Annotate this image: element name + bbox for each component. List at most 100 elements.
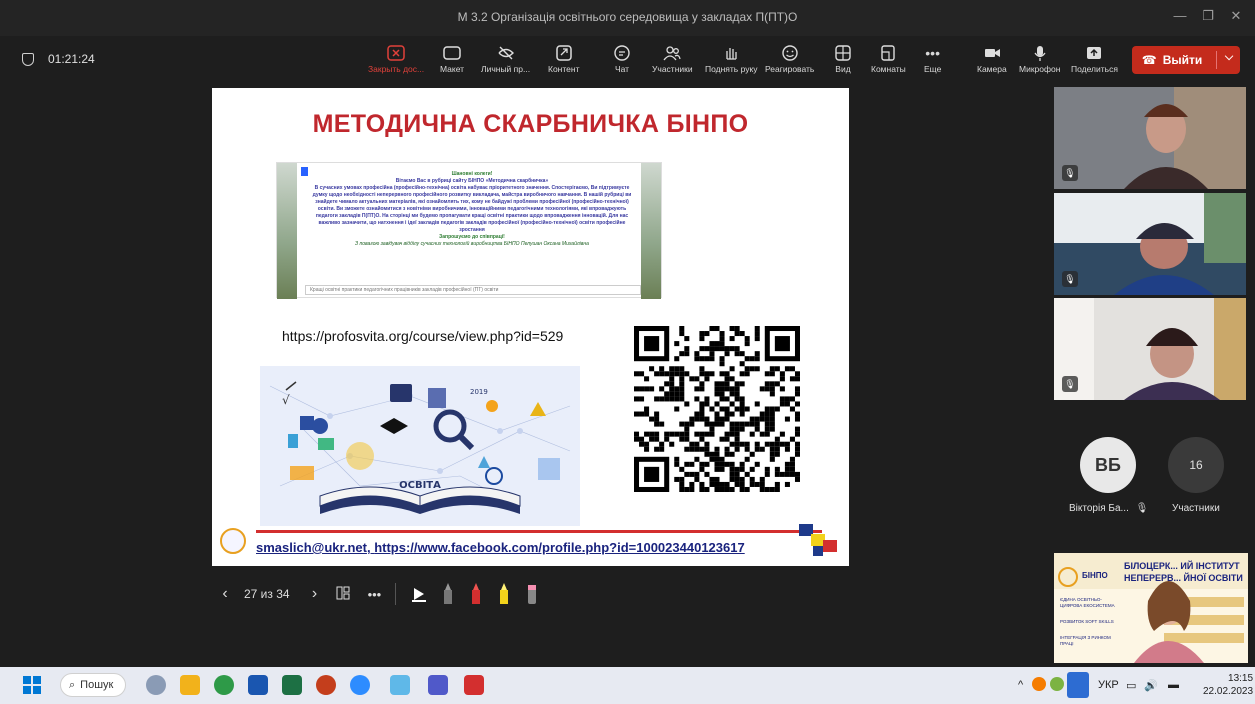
avatar-name: Вікторія Ба... [1069, 503, 1129, 514]
avatar-vb[interactable]: ВБ [1080, 437, 1136, 493]
content-icon [555, 42, 573, 64]
clock-time: 13:15 [1228, 673, 1254, 684]
mic-icon [1031, 42, 1049, 64]
tray-chevron-icon[interactable]: ^ [1018, 679, 1023, 691]
zoom-icon[interactable] [350, 675, 370, 695]
participants-count-label: Участники [1172, 503, 1220, 514]
view-label: Вид [835, 64, 851, 74]
slide-title: МЕТОДИЧНА СКАРБНИЧКА БІНПО [312, 110, 749, 138]
acrobat-icon[interactable] [464, 675, 484, 695]
chevron-down-icon[interactable]: ⌵ [1220, 51, 1238, 64]
education-illustration-art: ОСВІТА 2019 √ [269, 381, 571, 514]
camera-button[interactable]: Камера [977, 42, 1007, 74]
language-indicator[interactable]: УКР [1098, 679, 1119, 691]
meeting-timer: 01:21:24 [22, 52, 95, 66]
leave-label: Выйти [1162, 53, 1203, 67]
share-button[interactable]: Поделиться [1071, 42, 1118, 74]
share-label: Поделиться [1071, 64, 1118, 74]
phone-hangup-icon: ☎ [1141, 53, 1157, 67]
video-tile-3[interactable]: 🎙 [1054, 298, 1246, 400]
raise-hand-label: Поднять руку [705, 64, 758, 74]
leave-separator [1216, 51, 1217, 69]
avatar-name-row: Вікторія Ба... 🎙 [1069, 503, 1148, 514]
rooms-button[interactable]: Комнаты [871, 42, 906, 74]
highlighter-icon[interactable] [498, 582, 510, 607]
pen-gray-icon[interactable] [442, 582, 454, 607]
timer-text: 01:21:24 [48, 52, 95, 66]
embedded-text: Шановні колеги! Вітаємо Вас в рубриці са… [307, 171, 637, 248]
banner-logo: БІНПО [1082, 571, 1108, 580]
prev-slide-icon[interactable]: ‹ [212, 585, 238, 603]
more-button[interactable]: ••• Еще [924, 42, 941, 74]
contacts-facebook: https://www.facebook.com/profile.php?id=… [374, 540, 745, 555]
volume-icon[interactable]: 🔊 [1144, 679, 1158, 692]
education-illustration: ОСВІТА 2019 √ [260, 366, 580, 526]
windows-start-icon[interactable] [22, 675, 42, 695]
close-share-icon [387, 42, 405, 64]
raise-hand-button[interactable]: Поднять руку [705, 42, 758, 74]
microphone-label: Микрофон [1019, 64, 1061, 74]
author-logo [220, 528, 246, 554]
react-button[interactable]: Реагировать [765, 42, 814, 74]
presenter-video[interactable]: БІНПО БІЛОЦЕРК... ИЙ ІНСТИТУТ НЕПЕРЕРВ..… [1054, 553, 1248, 663]
content-button[interactable]: Контент [548, 42, 580, 74]
video-person-3 [1054, 298, 1246, 400]
eraser-icon[interactable] [526, 582, 538, 607]
left-photo-strip [277, 163, 297, 299]
app-icon[interactable] [390, 675, 410, 695]
more-icon: ••• [925, 45, 940, 61]
private-mode-button[interactable]: Личный пр... [481, 42, 530, 74]
teams-icon[interactable] [428, 675, 448, 695]
clock[interactable]: 13:15 22.02.2023 [1203, 672, 1253, 698]
content-label: Контент [548, 64, 580, 74]
minimize-icon[interactable]: — [1172, 8, 1188, 23]
tray-app-icon[interactable] [1032, 677, 1046, 691]
share-icon [1085, 42, 1103, 64]
excel-icon[interactable] [282, 675, 302, 695]
chat-icon [613, 42, 631, 64]
embedded-webpage: Шановні колеги! Вітаємо Вас в рубриці са… [276, 162, 662, 299]
mic-muted-icon: 🎙 [1062, 165, 1078, 181]
banner-item: ЄДИНА ОСВІТНЬО-ЦИФРОВА ЕКОСИСТЕМА [1060, 597, 1115, 608]
pointer-tool-icon[interactable] [412, 584, 427, 605]
more-label: Еще [924, 64, 942, 74]
word-icon[interactable] [248, 675, 268, 695]
microphone-button[interactable]: Микрофон [1019, 42, 1060, 74]
stop-share-button[interactable]: Закрыть дос... [368, 42, 424, 74]
qr-code [634, 326, 800, 492]
network-icon[interactable]: ▭ [1126, 679, 1136, 692]
react-label: Реагировать [765, 64, 815, 74]
slides-grid-icon[interactable] [336, 586, 354, 603]
battery-icon[interactable]: ▬ [1168, 679, 1179, 691]
participants-button[interactable]: Участники [652, 42, 693, 74]
file-explorer-icon[interactable] [180, 675, 200, 695]
tray-mic-icon[interactable] [1067, 672, 1089, 698]
camera-label: Камера [977, 64, 1007, 74]
leave-button[interactable]: ☎ Выйти ⌵ [1132, 46, 1240, 74]
chat-label: Чат [614, 64, 630, 74]
close-icon[interactable]: ✕ [1228, 8, 1244, 24]
view-button[interactable]: Вид [834, 42, 852, 74]
pen-red-icon[interactable] [470, 582, 482, 607]
embedded-intro: Вітаємо Вас в рубриці сайту БІНПО «Метод… [395, 178, 549, 184]
taskbar-search[interactable]: ⌕ Пошук [60, 673, 126, 697]
chrome-icon[interactable] [214, 675, 234, 695]
window-title: М 3.2 Організація освітнього середовища … [457, 10, 798, 24]
more-options-icon[interactable]: ••• [368, 587, 382, 602]
participants-count-tile[interactable]: 16 [1168, 437, 1224, 493]
red-divider [256, 530, 822, 533]
leave-main[interactable]: ☎ Выйти [1132, 46, 1212, 74]
tray-sync-icon[interactable] [1050, 677, 1064, 691]
course-url: https://profosvita.org/course/view.php?i… [282, 328, 564, 344]
shield-icon [22, 52, 34, 66]
powerpoint-icon[interactable] [316, 675, 336, 695]
edu-year: 2019 [470, 388, 488, 396]
next-slide-icon[interactable]: › [302, 585, 328, 603]
maximize-icon[interactable]: ❐ [1200, 8, 1216, 24]
layout-button[interactable]: Макет [440, 42, 464, 74]
chat-button[interactable]: Чат [613, 42, 631, 74]
settings-icon[interactable] [146, 675, 166, 695]
video-tile-2[interactable]: 🎙 [1054, 193, 1246, 295]
embedded-search-bar: Кращі освітні практики педагогічних прац… [305, 285, 641, 295]
video-tile-1[interactable]: 🎙 [1054, 87, 1246, 189]
